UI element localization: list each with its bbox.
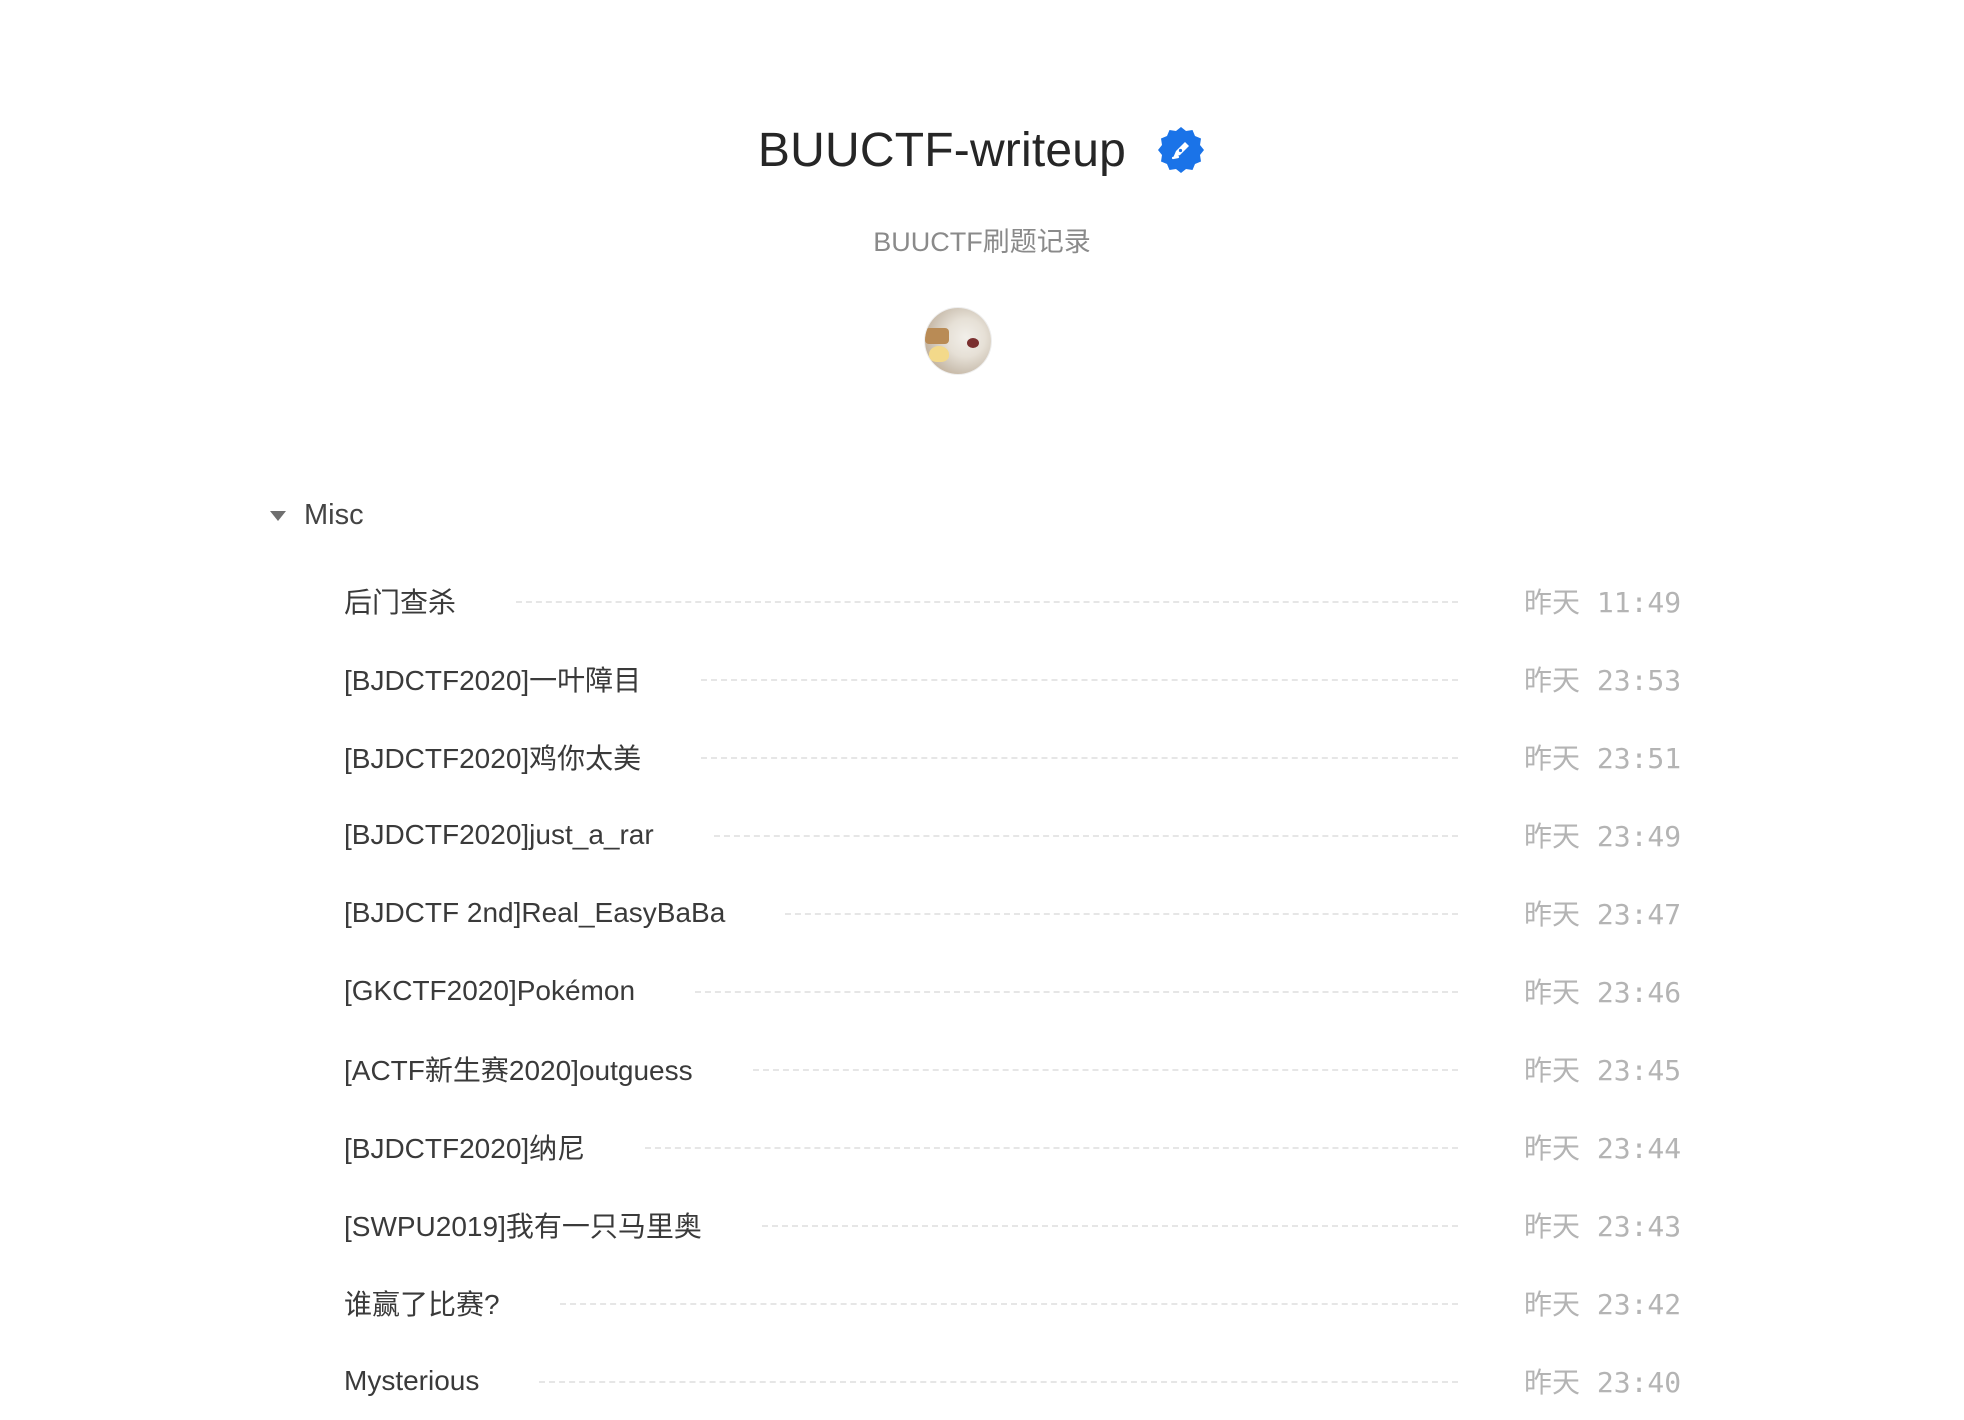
leader-dots [539, 1381, 1458, 1383]
caret-down-icon[interactable] [270, 511, 286, 521]
doc-time: 昨天 23:45 [1524, 1054, 1682, 1087]
doc-list-item[interactable]: 后门查杀 昨天 11:49 [344, 562, 1684, 640]
doc-list-item[interactable]: [BJDCTF2020]纳尼 昨天 23:44 [344, 1108, 1684, 1186]
leader-dots [516, 601, 1458, 603]
doc-time: 昨天 23:49 [1524, 820, 1682, 853]
doc-list-item[interactable]: [BJDCTF 2nd]Real_EasyBaBa 昨天 23:47 [344, 874, 1684, 952]
book-title: BUUCTF-writeup [757, 123, 1127, 177]
doc-title[interactable]: 谁赢了比赛? [344, 1283, 500, 1323]
doc-time: 昨天 23:47 [1524, 898, 1682, 931]
leader-dots [559, 1303, 1458, 1305]
doc-list: 后门查杀 昨天 11:49 [BJDCTF2020]一叶障目 昨天 23:53 … [344, 562, 1684, 1420]
leader-dots [752, 1069, 1458, 1071]
doc-list-item[interactable]: [BJDCTF2020]鸡你太美 昨天 23:51 [344, 718, 1684, 796]
doc-list-item[interactable]: [BJDCTF2020]just_a_rar 昨天 23:49 [344, 796, 1684, 874]
doc-list-item[interactable]: 谁赢了比赛? 昨天 23:42 [344, 1264, 1684, 1342]
book-subtitle: BUUCTF刷题记录 [873, 227, 1091, 257]
leader-dots [701, 757, 1458, 759]
title-row: BUUCTF-writeup [0, 112, 1964, 188]
doc-title[interactable]: [GKCTF2020]Pokémon [344, 975, 635, 1007]
doc-list-item[interactable]: Mysterious 昨天 23:40 [344, 1342, 1684, 1420]
doc-time: 昨天 23:42 [1524, 1288, 1682, 1321]
leader-dots [785, 913, 1458, 915]
doc-list-item[interactable]: [GKCTF2020]Pokémon 昨天 23:46 [344, 952, 1684, 1030]
doc-title[interactable]: 后门查杀 [344, 581, 456, 621]
doc-time: 昨天 23:44 [1524, 1132, 1682, 1165]
leader-dots [645, 1147, 1458, 1149]
doc-time: 昨天 23:46 [1524, 976, 1682, 1009]
doc-title[interactable]: [BJDCTF2020]just_a_rar [344, 819, 654, 851]
author-avatar[interactable] [925, 308, 991, 374]
doc-list-item[interactable]: [ACTF新生赛2020]outguess 昨天 23:45 [344, 1030, 1684, 1108]
doc-title[interactable]: [ACTF新生赛2020]outguess [344, 1049, 693, 1089]
doc-time: 昨天 23:40 [1524, 1366, 1682, 1399]
leader-dots [695, 991, 1458, 993]
section-title: Misc [304, 498, 364, 531]
doc-time: 昨天 23:43 [1524, 1210, 1682, 1243]
section-header[interactable]: Misc [268, 490, 1688, 540]
doc-title[interactable]: [BJDCTF2020]纳尼 [344, 1127, 585, 1167]
doc-title[interactable]: [BJDCTF2020]一叶障目 [344, 659, 641, 699]
leader-dots [713, 835, 1458, 837]
leader-dots [761, 1225, 1458, 1227]
doc-time: 昨天 23:53 [1524, 664, 1682, 697]
doc-title[interactable]: [SWPU2019]我有一只马里奥 [344, 1205, 702, 1245]
doc-time: 昨天 11:49 [1524, 586, 1682, 619]
doc-title[interactable]: [BJDCTF2020]鸡你太美 [344, 737, 641, 777]
section-misc: Misc 后门查杀 昨天 11:49 [BJDCTF2020]一叶障目 昨天 2… [268, 490, 1688, 1399]
doc-title[interactable]: [BJDCTF 2nd]Real_EasyBaBa [344, 897, 725, 929]
doc-title[interactable]: Mysterious [344, 1365, 479, 1397]
doc-time: 昨天 23:51 [1524, 742, 1682, 775]
leader-dots [701, 679, 1458, 681]
doc-list-item[interactable]: [BJDCTF2020]一叶障目 昨天 23:53 [344, 640, 1684, 718]
verified-badge-icon [1158, 127, 1205, 173]
doc-list-item[interactable]: [SWPU2019]我有一只马里奥 昨天 23:43 [344, 1186, 1684, 1264]
